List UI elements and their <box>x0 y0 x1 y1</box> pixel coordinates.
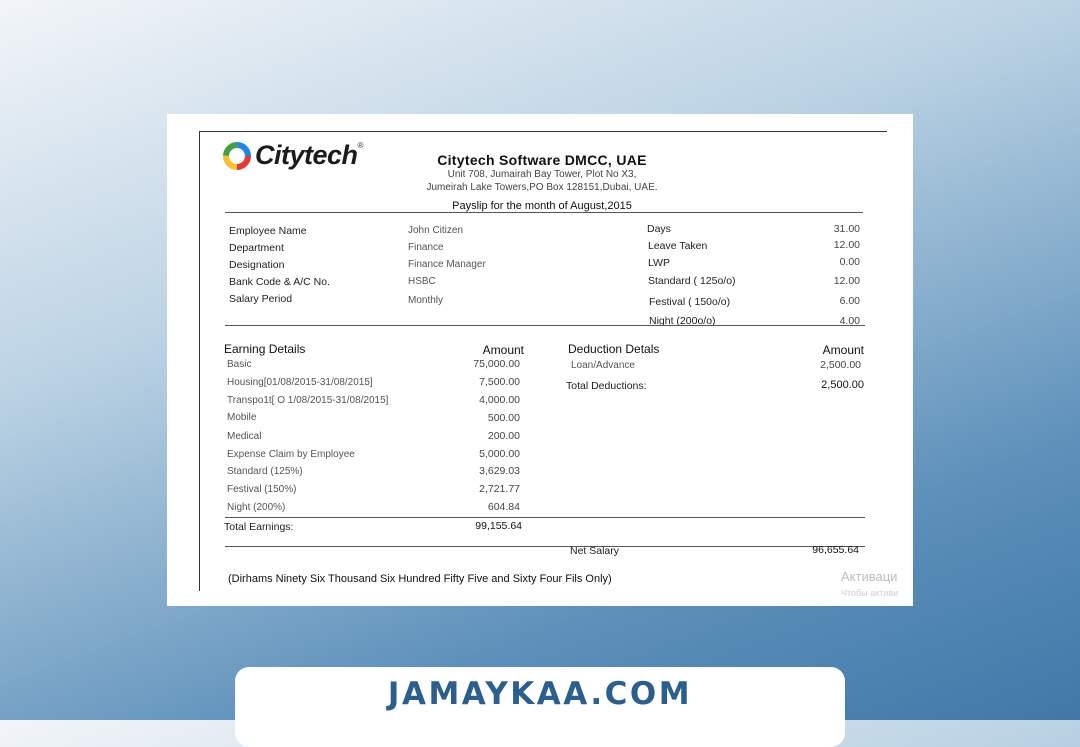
bank-code-label: Bank Code & A/C No. <box>229 276 330 288</box>
info-divider <box>225 325 865 326</box>
logo-text: Citytech <box>255 140 358 170</box>
days-label: Days <box>647 223 671 235</box>
festival-ot-label: Festival ( 150o/o) <box>649 296 731 308</box>
net-salary-value: 96,655.64 <box>812 544 859 556</box>
total-earnings-value: 99,155.64 <box>475 520 522 532</box>
site-banner: JAMAYKAA.COM <box>235 667 845 747</box>
frame-top-border <box>199 131 887 132</box>
earning-label-transport: Transpo1t[ O 1/08/2015-31/08/2015] <box>227 395 389 406</box>
deduction-label-loan: Loan/Advance <box>571 360 635 371</box>
bank-code-value: HSBC <box>408 276 436 287</box>
standard-ot-label: Standard ( 125o/o) <box>648 275 736 287</box>
designation-value: Finance Manager <box>408 259 486 270</box>
earning-label-basic: Basic <box>227 359 252 370</box>
earning-label-medical: Medical <box>227 431 262 442</box>
days-value: 31.00 <box>833 223 860 235</box>
deduction-amount-heading: Amount <box>822 343 864 357</box>
earning-details-heading: Earning Details <box>224 342 306 356</box>
header-divider <box>225 212 863 213</box>
total-earnings-label: Total Earnings: <box>224 521 294 533</box>
lwp-label: LWP <box>648 257 670 269</box>
frame-left-border <box>199 131 200 591</box>
payslip-document: Citytech ® Citytech Software DMCC, UAE U… <box>167 114 913 606</box>
amount-in-words: (Dirhams Ninety Six Thousand Six Hundred… <box>228 573 612 585</box>
employee-name-value: John Citizen <box>408 225 464 236</box>
address-line-1: Unit 708, Jumairah Bay Tower, Plot No X3… <box>447 169 637 180</box>
earning-label-mobile: Mobile <box>227 412 257 423</box>
registered-mark: ® <box>357 141 364 150</box>
salary-period-label: Salary Period <box>229 293 293 305</box>
company-logo: Citytech ® <box>222 140 363 171</box>
earning-label-standard: Standard (125%) <box>227 466 303 477</box>
deduction-details-heading: Deduction Detals <box>568 342 660 356</box>
payslip-title: Payslip for the month of August,2015 <box>452 200 632 212</box>
festival-ot-value: 6.00 <box>839 295 860 307</box>
earning-amount-expense-claim: 5,000.00 <box>479 448 520 460</box>
activation-watermark-subtitle: Чтобы активи <box>841 588 899 598</box>
total-deductions-label: Total Deductions: <box>566 380 647 392</box>
earning-amount-housing: 7,500.00 <box>479 376 520 388</box>
employee-name-label: Employee Name <box>229 225 307 237</box>
earning-label-housing: Housing[01/08/2015-31/08/2015] <box>227 377 373 388</box>
earning-label-festival: Festival (150%) <box>227 484 297 495</box>
earning-amount-standard: 3,629.03 <box>479 465 520 477</box>
leave-taken-label: Leave Taken <box>648 240 708 252</box>
net-salary-label: Net Salary <box>570 545 620 557</box>
net-divider <box>225 546 865 547</box>
citytech-logo-icon <box>223 141 251 170</box>
activation-watermark-title: Активаци <box>841 569 898 584</box>
earnings-divider <box>225 517 865 518</box>
earning-amount-festival: 2,721.77 <box>479 483 520 495</box>
earning-label-expense-claim: Expense Claim by Employee <box>227 449 355 460</box>
lwp-value: 0.00 <box>839 256 860 268</box>
address-line-2: Jumeirah Lake Towers,PO Box 128151,Dubai… <box>426 182 658 193</box>
earning-amount-transport: 4,000.00 <box>479 394 520 406</box>
standard-ot-value: 12.00 <box>833 275 860 287</box>
salary-period-value: Monthly <box>408 295 444 306</box>
earning-amount-night: 604.84 <box>487 501 520 513</box>
earning-label-night: Night (200%) <box>227 502 286 513</box>
total-deductions-value: 2,500.00 <box>821 379 864 391</box>
company-name: Citytech Software DMCC, UAE <box>437 152 647 168</box>
earning-amount-basic: 75,000.00 <box>473 358 520 370</box>
department-value: Finance <box>408 242 444 253</box>
leave-taken-value: 12.00 <box>833 239 860 251</box>
earning-amount-mobile: 500.00 <box>487 412 520 424</box>
site-name: JAMAYKAA.COM <box>387 676 693 712</box>
deduction-amount-loan: 2,500.00 <box>820 359 861 371</box>
department-label: Department <box>229 242 284 254</box>
designation-label: Designation <box>229 259 285 271</box>
earning-amount-heading: Amount <box>482 343 524 357</box>
earning-amount-medical: 200.00 <box>487 430 520 442</box>
